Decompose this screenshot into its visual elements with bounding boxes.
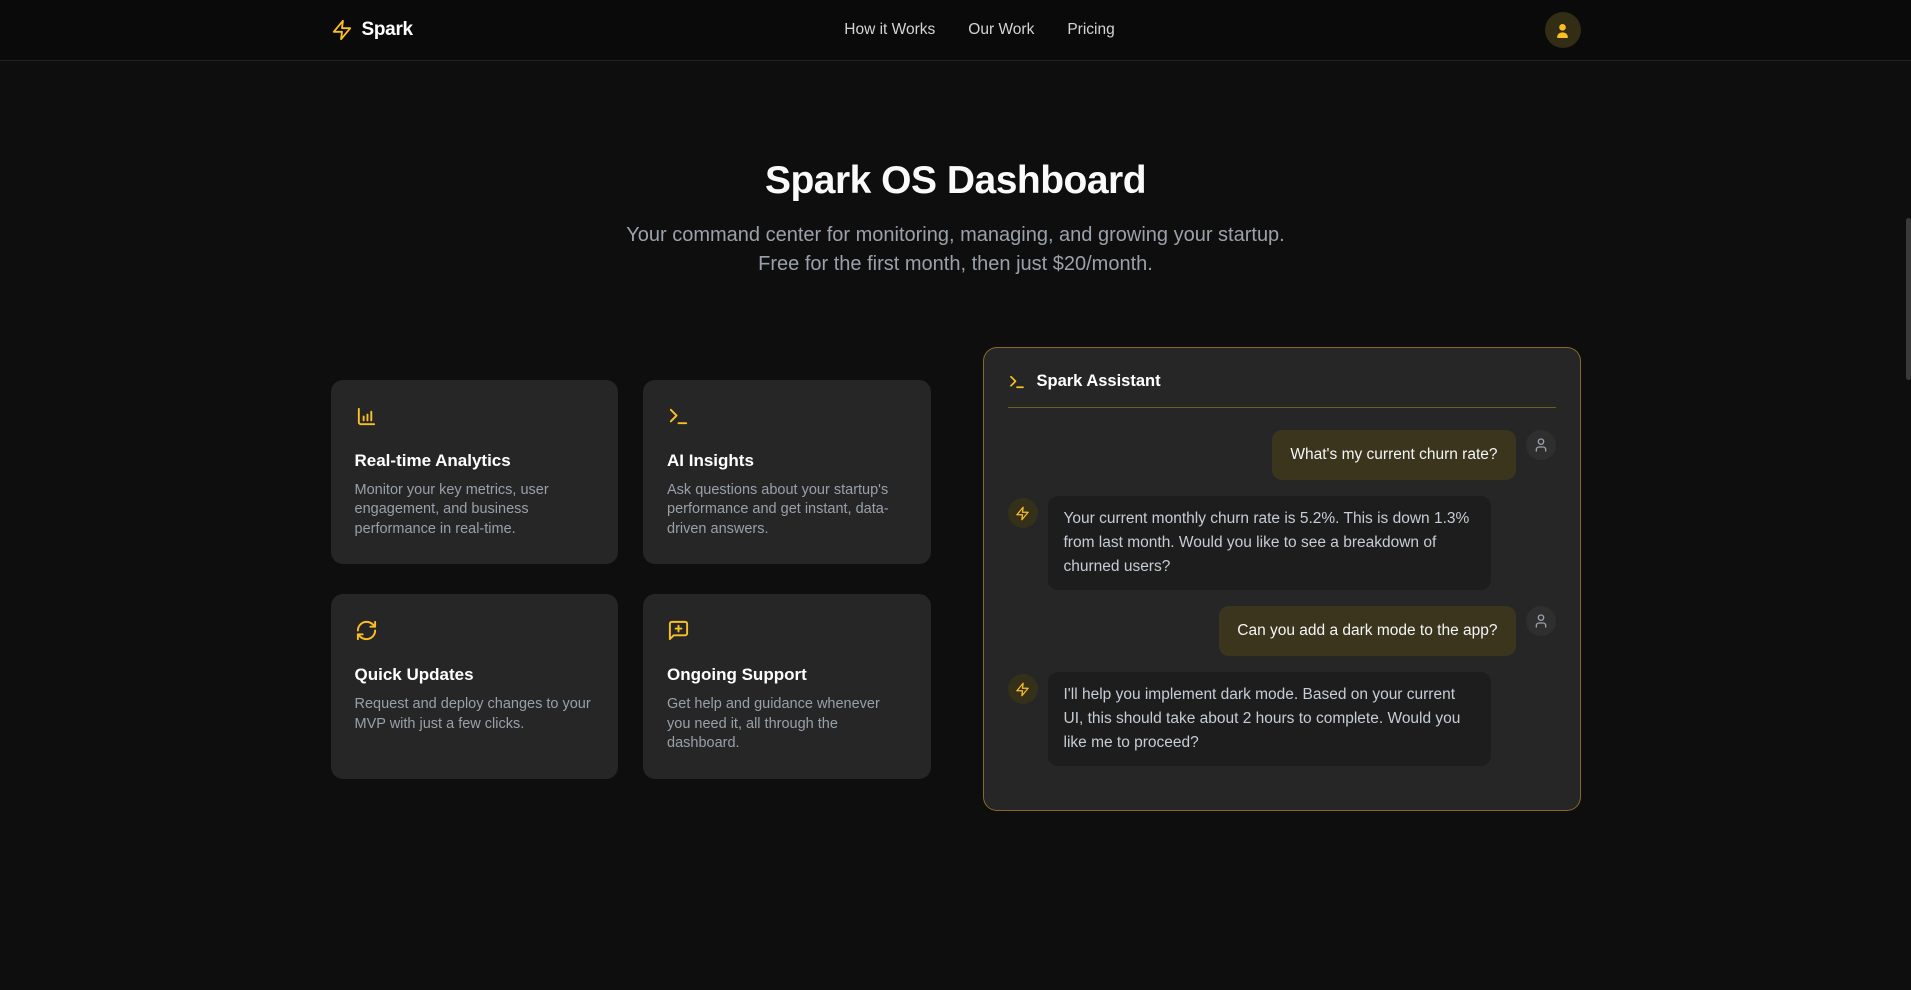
brand[interactable]: Spark [331,19,413,41]
chat-header: Spark Assistant [984,348,1580,391]
user-avatar [1526,606,1556,636]
chat-messages: What's my current churn rate? Your curre… [984,408,1580,806]
bar-chart-icon [355,405,378,433]
feature-title: Quick Updates [355,665,595,685]
nav-link-how-it-works[interactable]: How it Works [844,21,935,39]
terminal-icon [1008,373,1026,391]
zap-icon [1015,682,1030,697]
nav-link-our-work[interactable]: Our Work [968,21,1034,39]
feature-description: Monitor your key metrics, user engagemen… [355,481,595,540]
refresh-icon [355,619,378,647]
chat-message-assistant: Your current monthly churn rate is 5.2%.… [1008,496,1556,590]
brand-name: Spark [362,19,413,41]
chat-message-assistant: I'll help you implement dark mode. Based… [1008,672,1556,766]
assistant-avatar [1008,498,1038,528]
nav-link-pricing[interactable]: Pricing [1067,21,1114,39]
person-icon [1533,613,1549,629]
scrollbar[interactable] [1906,218,1911,380]
assistant-message-bubble: I'll help you implement dark mode. Based… [1048,672,1491,766]
spark-assistant-panel: Spark Assistant What's my current churn … [983,347,1581,811]
zap-icon [331,19,353,41]
user-message-bubble: What's my current churn rate? [1272,430,1515,480]
feature-card-ai-insights[interactable]: AI Insights Ask questions about your sta… [643,380,931,565]
main-content: Spark OS Dashboard Your command center f… [0,61,1911,811]
top-nav: Spark How it Works Our Work Pricing [0,0,1911,61]
features-grid: Real-time Analytics Monitor your key met… [331,380,931,779]
feature-title: AI Insights [667,451,907,471]
message-square-plus-icon [667,619,690,647]
account-avatar-button[interactable] [1545,12,1581,48]
person-icon [1533,437,1549,453]
page-title: Spark OS Dashboard [0,159,1911,203]
nav-links: How it Works Our Work Pricing [844,21,1114,39]
chat-title: Spark Assistant [1037,372,1161,391]
feature-card-real-time-analytics[interactable]: Real-time Analytics Monitor your key met… [331,380,619,565]
assistant-avatar [1008,674,1038,704]
user-avatar [1526,430,1556,460]
chat-message-user: What's my current churn rate? [1008,430,1556,480]
feature-description: Request and deploy changes to your MVP w… [355,695,595,734]
feature-card-quick-updates[interactable]: Quick Updates Request and deploy changes… [331,594,619,779]
feature-title: Ongoing Support [667,665,907,685]
zap-icon [1015,506,1030,521]
user-icon [1553,21,1572,40]
feature-title: Real-time Analytics [355,451,595,471]
feature-description: Ask questions about your startup's perfo… [667,481,907,540]
content-row: Real-time Analytics Monitor your key met… [331,347,1581,811]
feature-card-ongoing-support[interactable]: Ongoing Support Get help and guidance wh… [643,594,931,779]
user-message-bubble: Can you add a dark mode to the app? [1219,606,1515,656]
page-subtitle: Your command center for monitoring, mana… [606,221,1306,279]
feature-description: Get help and guidance whenever you need … [667,695,907,754]
terminal-icon [667,405,690,433]
assistant-message-bubble: Your current monthly churn rate is 5.2%.… [1048,496,1491,590]
chat-message-user: Can you add a dark mode to the app? [1008,606,1556,656]
